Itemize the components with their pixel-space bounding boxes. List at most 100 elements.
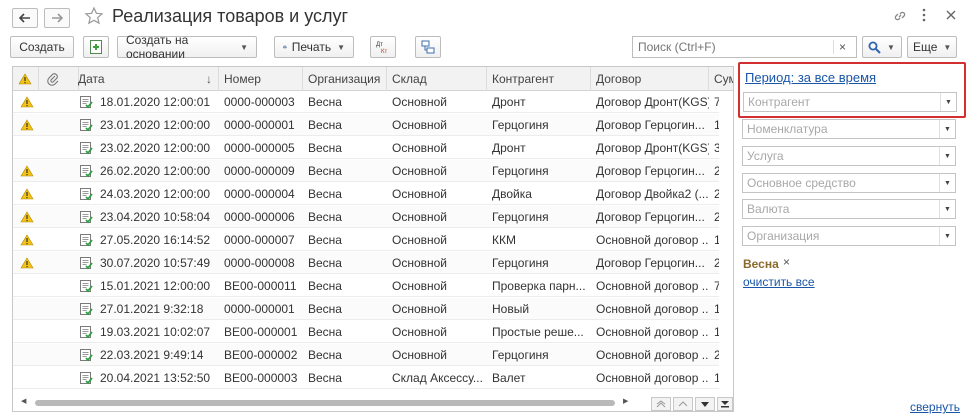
filter-fixed-asset[interactable]: Основное средство ▼: [742, 173, 956, 193]
cell-date: 23.04.2020 10:58:04: [100, 210, 211, 224]
cell-organization: Весна: [308, 371, 342, 385]
debit-credit-icon: ДтКт: [376, 42, 387, 55]
cell-warehouse: Основной: [392, 348, 448, 362]
chevron-down-icon[interactable]: ▼: [939, 174, 955, 192]
table-row[interactable]: 22.03.2021 9:49:14 BE00-000002 Весна Основн…: [13, 344, 733, 366]
create-button[interactable]: Создать: [10, 36, 74, 58]
svg-text:Кт: Кт: [381, 49, 387, 55]
table-row[interactable]: 27.01.2021 9:32:18 0000-000001 Весна Основн…: [13, 298, 733, 320]
scroll-first-button[interactable]: [651, 397, 671, 411]
table-row[interactable]: 15.01.2021 12:00:00 BE00-000011 Весна Основ…: [13, 275, 733, 297]
chevron-down-icon[interactable]: ▼: [939, 147, 955, 165]
search-input[interactable]: [633, 37, 833, 57]
cell-organization: Весна: [308, 95, 342, 109]
column-header-sum[interactable]: Сум: [709, 67, 733, 91]
close-icon[interactable]: [945, 8, 957, 24]
table-row[interactable]: 23.04.2020 10:58:04 0000-000006 Весна Основ…: [13, 206, 733, 228]
scroll-left-icon[interactable]: ◀: [21, 397, 26, 405]
cell-contract: Основной договор ...: [596, 371, 709, 385]
cell-contract: Основной договор ...: [596, 325, 709, 339]
clear-all-filters-link[interactable]: очистить все: [743, 275, 815, 289]
table-row[interactable]: 23.01.2020 12:00:00 0000-000001 Весна Основ…: [13, 114, 733, 136]
cell-number: 0000-000001: [224, 118, 295, 132]
column-header-warehouse[interactable]: Склад: [387, 67, 487, 91]
chevron-down-icon[interactable]: ▼: [939, 120, 955, 138]
cell-counterparty: Герцогиня: [492, 348, 549, 362]
structure-button[interactable]: [415, 36, 441, 58]
table-row[interactable]: 30.07.2020 10:57:49 0000-000008 Весна Основ…: [13, 252, 733, 274]
scroll-right-icon[interactable]: ▶: [623, 397, 628, 405]
table-row[interactable]: 18.01.2020 12:00:01 0000-000003 Весна Основ…: [13, 91, 733, 113]
active-filter-tag: Весна: [743, 257, 779, 271]
create-based-on-button[interactable]: Создать на основании ▼: [117, 33, 257, 61]
cell-number: BE00-000001: [224, 325, 298, 339]
scroll-up-button[interactable]: [673, 397, 693, 411]
filter-organization[interactable]: Организация ▼: [742, 226, 956, 246]
column-header-organization[interactable]: Организация: [303, 67, 387, 91]
warning-icon: [20, 165, 34, 177]
scroll-down-button[interactable]: [695, 397, 715, 411]
scroll-last-button[interactable]: [717, 397, 733, 411]
print-button[interactable]: Печать ▼: [274, 36, 354, 58]
column-header-warning[interactable]: [13, 67, 39, 91]
table-row[interactable]: 20.04.2021 13:52:50 BE00-000003 Весна Склад…: [13, 367, 733, 389]
filter-currency[interactable]: Валюта ▼: [742, 199, 956, 219]
cell-date: 19.03.2021 10:02:07: [100, 325, 211, 339]
search-options-button[interactable]: ▼: [862, 36, 902, 58]
warning-icon: [20, 234, 34, 246]
dt-kt-button[interactable]: Дт Кт: [370, 36, 396, 58]
cell-number: BE00-000002: [224, 348, 298, 362]
cell-date: 27.01.2021 9:32:18: [100, 302, 204, 316]
paperclip-icon: [47, 73, 59, 86]
posted-document-icon: [80, 349, 93, 362]
table-row[interactable]: 24.03.2020 12:00:00 0000-000004 Весна Основ…: [13, 183, 733, 205]
period-link[interactable]: Период: за все время: [745, 70, 876, 85]
collapse-panel-link[interactable]: свернуть: [910, 400, 960, 414]
table-row[interactable]: 26.02.2020 12:00:00 0000-000009 Весна Основ…: [13, 160, 733, 182]
warning-icon: [20, 211, 34, 223]
column-header-number[interactable]: Номер: [219, 67, 303, 91]
posted-document-icon: [80, 372, 93, 385]
period-highlight-box: Период: за все время Контрагент ▼: [738, 62, 966, 118]
column-header-contract[interactable]: Договор: [591, 67, 709, 91]
filter-service[interactable]: Услуга ▼: [742, 146, 956, 166]
cell-date: 27.05.2020 16:14:52: [100, 233, 211, 247]
search-icon: [868, 41, 881, 54]
copy-document-button[interactable]: [83, 36, 109, 58]
chevron-down-icon[interactable]: ▼: [940, 93, 956, 111]
remove-filter-tag-button[interactable]: ×: [783, 255, 790, 269]
clear-search-button[interactable]: ×: [833, 40, 851, 54]
cell-number: 0000-000001: [224, 302, 295, 316]
back-button[interactable]: [12, 8, 38, 28]
documents-table[interactable]: Дата ↓ Номер Организация Склад Контраген…: [12, 66, 734, 412]
table-row[interactable]: 23.02.2020 12:00:00 0000-000005 Весна Основ…: [13, 137, 733, 159]
cell-warehouse: Основной: [392, 187, 448, 201]
chevron-down-icon[interactable]: ▼: [939, 227, 955, 245]
cell-contract: Договор Дронт(KGS): [596, 141, 709, 155]
cell-counterparty: Простые реше...: [492, 325, 584, 339]
vertical-scrollbar[interactable]: [719, 91, 733, 391]
table-row[interactable]: 27.05.2020 16:14:52 0000-000007 Весна Основ…: [13, 229, 733, 251]
horizontal-scrollbar[interactable]: ◀ ▶: [13, 395, 649, 411]
cell-contract: Договор Герцогин...: [596, 256, 705, 270]
column-header-date[interactable]: Дата ↓: [73, 67, 219, 91]
cell-contract: Основной договор ...: [596, 279, 709, 293]
forward-button[interactable]: [44, 8, 70, 28]
link-icon[interactable]: [893, 9, 907, 26]
horizontal-scroll-thumb[interactable]: [35, 400, 615, 406]
cell-organization: Весна: [308, 279, 342, 293]
favorite-star-button[interactable]: [84, 6, 104, 29]
column-header-date-label: Дата: [78, 72, 105, 86]
chevron-down-icon[interactable]: ▼: [939, 200, 955, 218]
cell-warehouse: Основной: [392, 118, 448, 132]
filter-nomenclature[interactable]: Номенклатура ▼: [742, 119, 956, 139]
table-row[interactable]: 19.03.2021 10:02:07 BE00-000001 Весна Основ…: [13, 321, 733, 343]
cell-contract: Основной договор ...: [596, 348, 709, 362]
search-box[interactable]: ×: [632, 36, 857, 58]
more-vertical-icon[interactable]: [922, 8, 926, 25]
more-button-label: Еще: [913, 40, 938, 54]
column-header-counterparty[interactable]: Контрагент: [487, 67, 591, 91]
more-button[interactable]: Еще ▼: [907, 36, 957, 58]
warning-icon: [18, 73, 32, 85]
filter-counterparty[interactable]: Контрагент ▼: [743, 92, 957, 112]
